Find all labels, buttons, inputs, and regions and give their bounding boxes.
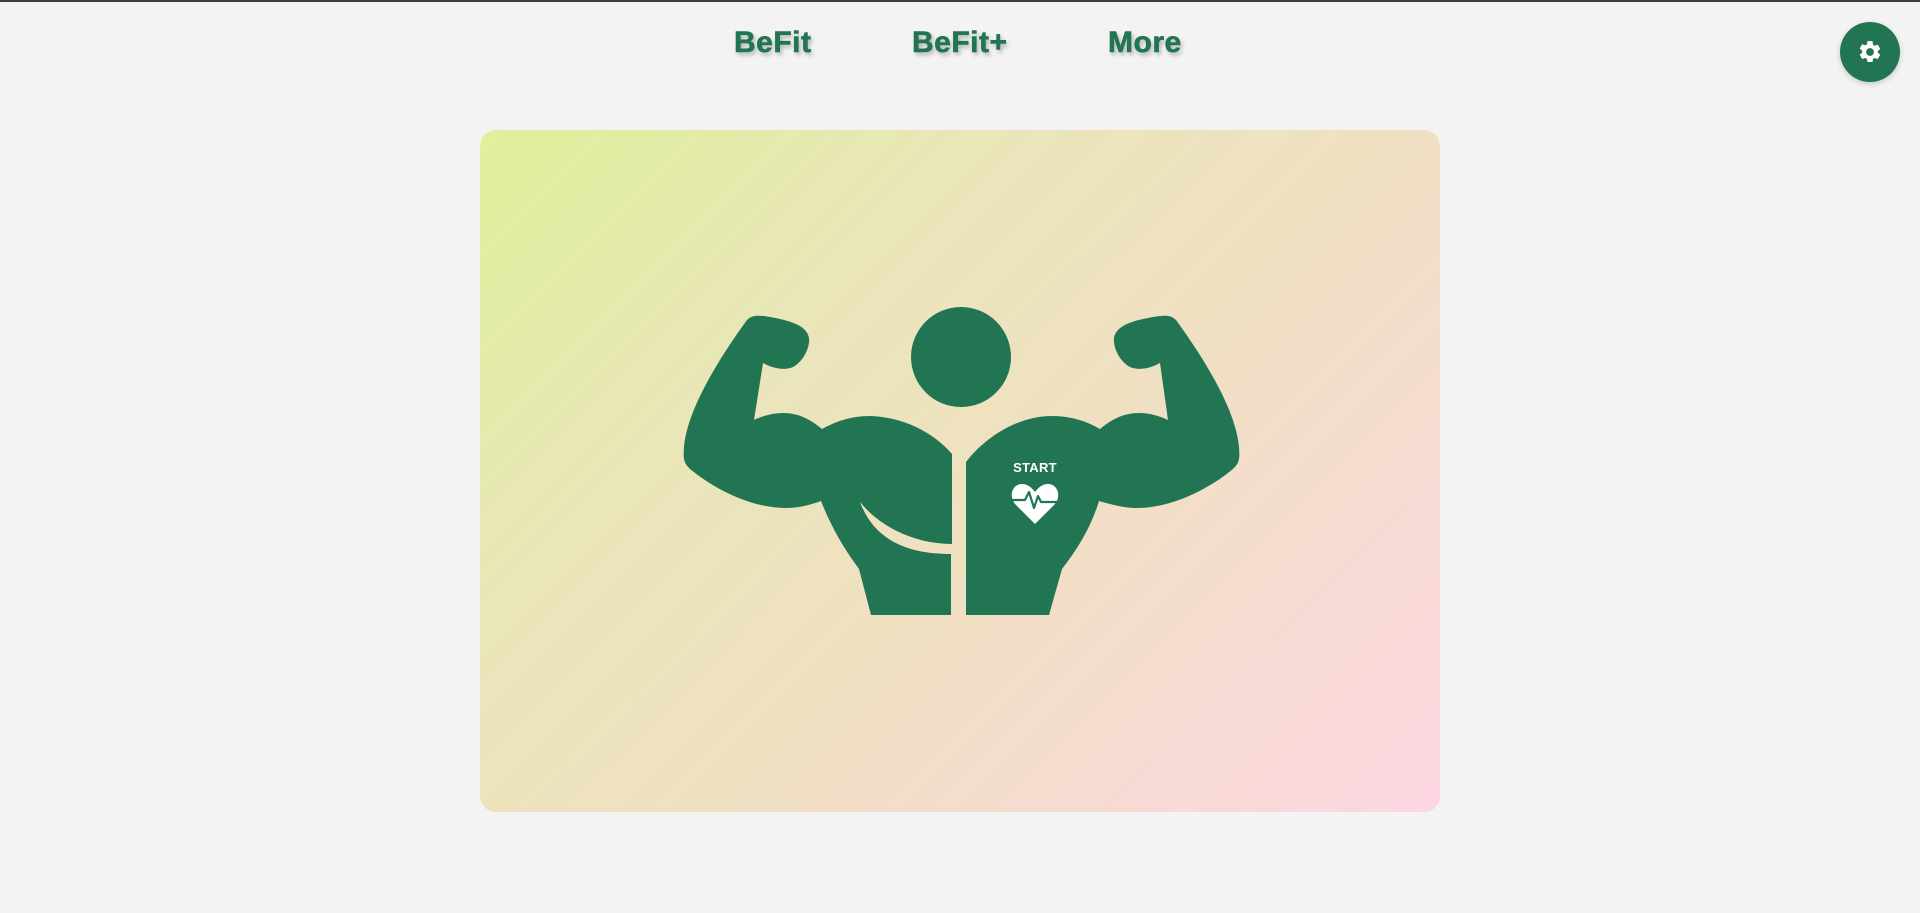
nav-link-befit[interactable]: BeFit: [734, 26, 812, 60]
start-button[interactable]: START: [1005, 458, 1065, 528]
heart-pulse-icon: [1011, 484, 1059, 524]
hero-card: START: [480, 130, 1440, 812]
gear-icon: [1859, 41, 1881, 63]
settings-button[interactable]: [1840, 22, 1900, 82]
nav-link-more[interactable]: More: [1108, 26, 1182, 60]
start-label: START: [1013, 460, 1057, 475]
flexing-muscle-figure: [683, 307, 1240, 615]
nav-link-befit-plus[interactable]: BeFit+: [912, 26, 1008, 60]
